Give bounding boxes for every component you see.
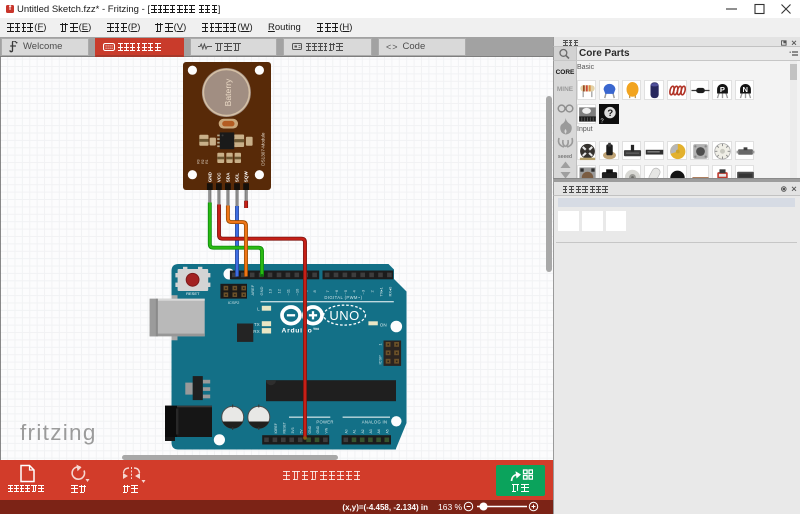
- svg-text:P: P: [720, 85, 725, 94]
- svg-text:N: N: [742, 85, 747, 94]
- svg-text:?: ?: [601, 119, 604, 124]
- svg-text:?: ?: [608, 108, 614, 119]
